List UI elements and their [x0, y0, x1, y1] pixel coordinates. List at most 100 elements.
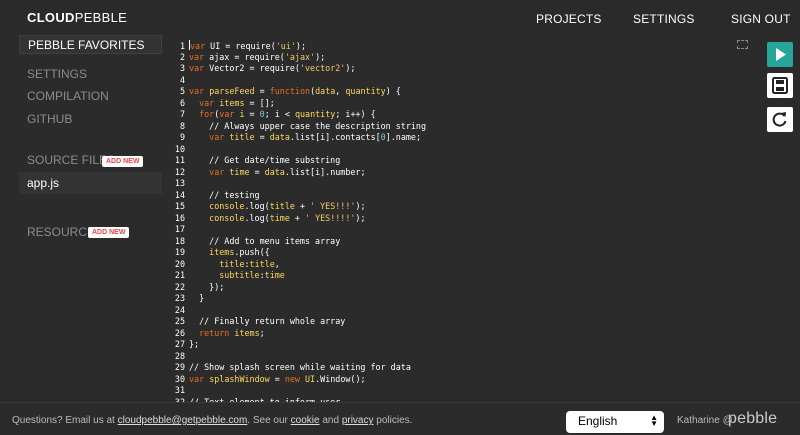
code-line[interactable]: 25 // Finally return whole array	[162, 316, 345, 328]
code-line[interactable]: 13	[162, 178, 189, 190]
sidebar-item-compilation[interactable]: COMPILATION	[27, 89, 109, 103]
sidebar-item-settings[interactable]: SETTINGS	[27, 67, 87, 81]
code-text: return items;	[199, 327, 265, 338]
reload-button[interactable]	[767, 107, 793, 132]
code-line[interactable]: 20 title:title,	[162, 259, 280, 271]
save-icon	[772, 77, 788, 94]
line-number: 26	[174, 327, 185, 338]
code-text: var items = [];	[199, 97, 275, 108]
file-item-app-js[interactable]: app.js	[19, 172, 162, 194]
email-link[interactable]: cloudpebble@getpebble.com	[118, 415, 248, 426]
line-number: 4	[179, 74, 185, 85]
code-line[interactable]: 8 // Always upper case the description s…	[162, 121, 426, 133]
code-line[interactable]: 22 });	[162, 282, 224, 294]
code-line[interactable]: 9 var title = data.list[i].contacts[0].n…	[162, 132, 421, 144]
language-value: English	[578, 414, 618, 428]
sidebar-item-github[interactable]: GITHUB	[27, 112, 72, 126]
code-text: // Add to menu items array	[189, 235, 341, 246]
sidebar: PEBBLE FAVORITES SETTINGS COMPILATION GI…	[0, 35, 162, 402]
code-line[interactable]: 19 items.push({	[162, 247, 270, 259]
user-name: Katharine @	[677, 415, 733, 426]
add-source-file-button[interactable]: ADD NEW	[102, 156, 144, 167]
code-text: // Finally return whole array	[189, 316, 346, 326]
privacy-link[interactable]: privacy	[342, 415, 374, 426]
add-resource-button[interactable]: ADD NEW	[88, 227, 130, 238]
code-line[interactable]: 12 var time = data.list[i].number;	[162, 167, 366, 179]
footer-text-2: . See our	[247, 415, 291, 426]
code-text: var UI = require('ui');	[189, 40, 306, 51]
code-text: for(var i = 0; i < quantity; i++) {	[199, 109, 376, 119]
line-number: 27	[174, 339, 185, 349]
code-text: // Get date/time substring	[189, 155, 341, 165]
top-bar: CLOUDPEBBLE PROJECTS SETTINGS SIGN OUT	[0, 0, 800, 35]
code-editor[interactable]: 1 var UI = require('ui'); 2 var ajax = requ…	[162, 35, 762, 402]
line-number: 29	[174, 362, 185, 372]
code-text: }	[189, 293, 205, 303]
code-line[interactable]: 21 subtitle:time	[162, 270, 285, 282]
save-button[interactable]	[767, 73, 793, 98]
nav-sign-out[interactable]: SIGN OUT	[731, 12, 791, 26]
code-line[interactable]: 30 var splashWindow = new UI.Window();	[162, 374, 366, 386]
code-text: var parseFeed = function(data, quantity)…	[189, 86, 401, 96]
code-line[interactable]: 5 var parseFeed = function(data, quantity…	[162, 86, 401, 98]
pebble-favorites-button[interactable]: PEBBLE FAVORITES	[19, 35, 162, 54]
code-line[interactable]: 6 var items = [];	[162, 98, 275, 110]
code-text: });	[189, 281, 225, 292]
logo-light: PEBBLE	[74, 10, 128, 25]
nav-projects[interactable]: PROJECTS	[536, 12, 602, 26]
code-line[interactable]: 3 var Vector2 = require('vector2');	[162, 63, 355, 75]
line-number: 28	[174, 350, 185, 361]
select-arrows-icon: ▲ ▼	[650, 413, 658, 428]
code-text: title:title,	[219, 258, 280, 269]
footer-text-3: and	[319, 415, 342, 426]
line-number: 11	[174, 155, 185, 165]
code-text: subtitle:time	[219, 270, 285, 280]
code-line[interactable]: 1 var UI = require('ui');	[162, 40, 306, 52]
code-line[interactable]: 28	[162, 351, 189, 363]
code-text: var time = data.list[i].number;	[209, 166, 366, 177]
line-number: 8	[179, 120, 185, 131]
code-line[interactable]: 18 // Add to menu items array	[162, 236, 340, 248]
code-line[interactable]: 16 console.log(time + ' YES!!!!');	[162, 213, 366, 225]
language-select[interactable]: English ▲ ▼	[566, 411, 664, 433]
code-line[interactable]: 11 // Get date/time substring	[162, 155, 340, 167]
code-line[interactable]: 23 }	[162, 293, 204, 305]
line-number: 9	[179, 132, 185, 142]
code-line[interactable]: 31	[162, 385, 189, 397]
line-number: 13	[174, 178, 185, 188]
code-line[interactable]: 7 for(var i = 0; i < quantity; i++) {	[162, 109, 376, 121]
line-number: 7	[179, 109, 185, 119]
code-text: // testing	[189, 189, 260, 200]
code-line[interactable]: 2 var ajax = require('ajax');	[162, 52, 325, 64]
code-text: console.log(title + ' YES!!!');	[209, 201, 366, 211]
logo-bold: CLOUD	[27, 10, 75, 25]
code-text: // Always upper case the description str…	[189, 120, 426, 131]
logo[interactable]: CLOUDPEBBLE	[27, 10, 127, 25]
run-button[interactable]	[767, 42, 793, 67]
play-icon	[776, 48, 786, 61]
fullscreen-icon[interactable]	[737, 40, 748, 49]
code-line[interactable]: 29 // Show splash screen while waiting fo…	[162, 362, 411, 374]
code-line[interactable]: 4	[162, 75, 189, 87]
line-number: 15	[174, 201, 185, 211]
line-number: 31	[174, 385, 185, 395]
line-number: 23	[174, 293, 185, 303]
code-text: };	[189, 339, 200, 349]
pebble-brand: pebble	[728, 410, 778, 427]
code-line[interactable]: 17	[162, 224, 189, 236]
code-line[interactable]: 15 console.log(title + ' YES!!!');	[162, 201, 366, 213]
nav-settings[interactable]: SETTINGS	[633, 12, 695, 26]
footer: Questions? Email us at cloudpebble@getpe…	[0, 402, 800, 435]
cookie-link[interactable]: cookie	[291, 415, 320, 426]
code-text: var title = data.list[i].contacts[0].nam…	[209, 132, 421, 142]
code-line[interactable]: 26 return items;	[162, 328, 265, 340]
code-line[interactable]: 10	[162, 144, 189, 156]
line-number: 6	[179, 97, 185, 108]
footer-text: Questions? Email us at cloudpebble@getpe…	[12, 415, 412, 426]
line-number: 20	[174, 258, 185, 269]
code-line[interactable]: 14 // testing	[162, 190, 260, 202]
line-number: 24	[174, 304, 185, 315]
code-line[interactable]: 24	[162, 305, 189, 317]
code-line[interactable]: 27};	[162, 339, 199, 351]
line-number: 3	[179, 63, 185, 73]
